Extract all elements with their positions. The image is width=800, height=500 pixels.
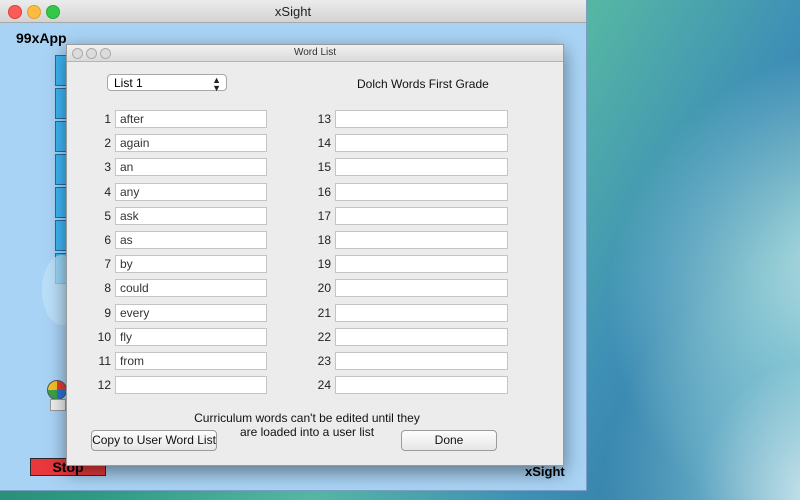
desktop-wave-foam: [600, 250, 800, 500]
app-logo: 99xApp: [16, 30, 67, 46]
word-field[interactable]: [335, 206, 508, 225]
word-row-number: 6: [104, 233, 111, 247]
word-row-number: 23: [317, 354, 331, 368]
word-field[interactable]: [335, 255, 508, 274]
word-row-number: 14: [317, 136, 331, 151]
word-field[interactable]: [115, 376, 267, 395]
word-field[interactable]: an: [115, 158, 267, 177]
word-field[interactable]: [335, 110, 508, 128]
word-row-number: 22: [317, 329, 331, 344]
list-select[interactable]: List 1 ▲ ▼: [107, 74, 227, 93]
word-row-number: 13: [317, 112, 331, 126]
select-arrows-icon: ▲ ▼: [212, 75, 221, 93]
word-row-number: 24: [317, 378, 331, 393]
word-row-number: 19: [317, 257, 331, 272]
curriculum-title: Dolch Words First Grade: [357, 77, 489, 91]
icon-stand: [50, 399, 66, 411]
word-field[interactable]: fly: [115, 327, 267, 346]
word-row-number: 5: [104, 208, 111, 223]
footer-brand: xSight: [525, 464, 565, 479]
word-row-number: 17: [317, 208, 331, 223]
word-row-number: 8: [104, 281, 111, 296]
word-field[interactable]: again: [115, 134, 267, 153]
copy-to-user-list-button[interactable]: Copy to User Word List: [91, 430, 217, 451]
word-field[interactable]: by: [115, 255, 267, 274]
word-field[interactable]: [335, 376, 508, 395]
word-list-dialog: Word List List 1 ▲ ▼ Dolch Words First Gr…: [66, 44, 564, 466]
window-title: xSight: [274, 4, 312, 19]
word-row-number: 9: [104, 305, 111, 320]
word-row-number: 10: [97, 329, 111, 344]
list-select-value: List 1: [114, 76, 143, 90]
word-field[interactable]: [335, 352, 508, 370]
word-field[interactable]: could: [115, 279, 267, 298]
dialog-titlebar: Word List: [67, 45, 563, 62]
word-row-number: 1: [104, 112, 111, 126]
word-field[interactable]: ask: [115, 206, 267, 225]
word-field[interactable]: [335, 327, 508, 346]
word-field[interactable]: [335, 231, 508, 249]
word-row-number: 15: [317, 160, 331, 175]
word-row-number: 18: [317, 233, 331, 247]
notice-line: Curriculum words can't be edited until t…: [194, 411, 420, 425]
word-field[interactable]: any: [115, 182, 267, 201]
word-row-number: 4: [104, 184, 111, 199]
word-field[interactable]: after: [115, 110, 267, 128]
word-row-number: 3: [104, 160, 111, 175]
word-field[interactable]: as: [115, 231, 267, 249]
word-field[interactable]: [335, 158, 508, 177]
main-titlebar: xSight: [0, 0, 586, 23]
word-field[interactable]: every: [115, 303, 267, 322]
word-field[interactable]: [335, 303, 508, 322]
word-row-number: 7: [104, 257, 111, 272]
word-field[interactable]: [335, 134, 508, 153]
word-field[interactable]: from: [115, 352, 267, 370]
word-row-number: 21: [317, 305, 331, 320]
word-row-number: 20: [317, 281, 331, 296]
done-button[interactable]: Done: [401, 430, 497, 451]
word-row-number: 11: [98, 354, 111, 368]
word-field[interactable]: [335, 182, 508, 201]
word-field[interactable]: [335, 279, 508, 298]
word-row-number: 12: [97, 378, 111, 393]
dialog-title: Word List: [293, 47, 337, 58]
word-row-number: 16: [317, 184, 331, 199]
pie-chart-icon[interactable]: [47, 380, 67, 400]
word-row-number: 2: [104, 136, 111, 151]
